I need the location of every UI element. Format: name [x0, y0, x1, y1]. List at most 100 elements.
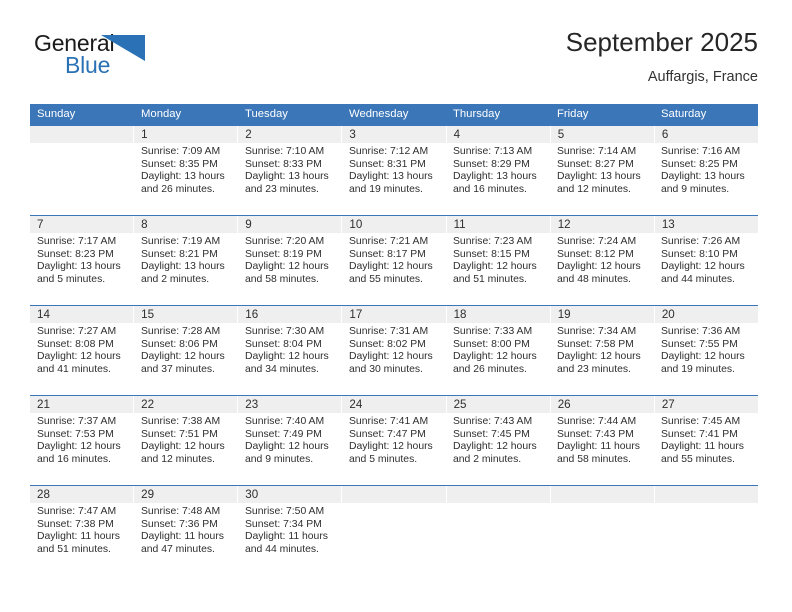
day-number[interactable]: 7 [30, 216, 135, 233]
day-number[interactable]: 11 [447, 216, 551, 233]
day-number[interactable]: 30 [238, 486, 343, 503]
day-cell[interactable] [446, 503, 550, 575]
sunset-text: Sunset: 7:47 PM [349, 428, 426, 440]
day-cell[interactable]: Sunrise: 7:10 AM Sunset: 8:33 PM Dayligh… [238, 143, 342, 215]
daylight-text-line2: and 23 minutes. [557, 363, 631, 375]
daylight-text-line2: and 16 minutes. [453, 183, 527, 195]
day-number[interactable]: 9 [238, 216, 343, 233]
day-cell[interactable]: Sunrise: 7:50 AM Sunset: 7:34 PM Dayligh… [238, 503, 342, 575]
day-number[interactable]: 17 [342, 306, 447, 323]
sunset-text: Sunset: 8:35 PM [141, 158, 218, 170]
day-cell[interactable]: Sunrise: 7:30 AM Sunset: 8:04 PM Dayligh… [238, 323, 342, 395]
day-cell[interactable]: Sunrise: 7:27 AM Sunset: 8:08 PM Dayligh… [30, 323, 134, 395]
day-cell[interactable]: Sunrise: 7:44 AM Sunset: 7:43 PM Dayligh… [550, 413, 654, 485]
day-cell[interactable] [654, 503, 758, 575]
day-cell[interactable] [30, 143, 134, 215]
day-number[interactable] [30, 126, 135, 143]
day-number[interactable]: 21 [30, 396, 135, 413]
day-number[interactable]: 28 [30, 486, 135, 503]
sunset-text: Sunset: 7:51 PM [141, 428, 218, 440]
day-cell[interactable]: Sunrise: 7:12 AM Sunset: 8:31 PM Dayligh… [342, 143, 446, 215]
sunrise-text: Sunrise: 7:16 AM [661, 146, 741, 157]
day-cell[interactable]: Sunrise: 7:34 AM Sunset: 7:58 PM Dayligh… [550, 323, 654, 395]
day-number[interactable]: 6 [655, 126, 758, 143]
day-number[interactable] [655, 486, 758, 503]
day-cell[interactable]: Sunrise: 7:38 AM Sunset: 7:51 PM Dayligh… [134, 413, 238, 485]
day-cell[interactable]: Sunrise: 7:41 AM Sunset: 7:47 PM Dayligh… [342, 413, 446, 485]
day-cell[interactable]: Sunrise: 7:20 AM Sunset: 8:19 PM Dayligh… [238, 233, 342, 305]
day-cell[interactable]: Sunrise: 7:43 AM Sunset: 7:45 PM Dayligh… [446, 413, 550, 485]
day-cell[interactable] [342, 503, 446, 575]
day-number[interactable]: 4 [447, 126, 551, 143]
day-number[interactable]: 3 [342, 126, 447, 143]
day-number[interactable]: 18 [447, 306, 551, 323]
daylight-text-line2: and 9 minutes. [661, 183, 730, 195]
day-cell[interactable]: Sunrise: 7:09 AM Sunset: 8:35 PM Dayligh… [134, 143, 238, 215]
daylight-text-line1: Daylight: 12 hours [349, 351, 433, 363]
day-number[interactable]: 27 [655, 396, 758, 413]
day-number[interactable]: 24 [342, 396, 447, 413]
day-cell[interactable]: Sunrise: 7:19 AM Sunset: 8:21 PM Dayligh… [134, 233, 238, 305]
day-number[interactable]: 15 [134, 306, 239, 323]
day-cell[interactable]: Sunrise: 7:14 AM Sunset: 8:27 PM Dayligh… [550, 143, 654, 215]
sunset-text: Sunset: 7:45 PM [453, 428, 530, 440]
day-cell[interactable]: Sunrise: 7:45 AM Sunset: 7:41 PM Dayligh… [654, 413, 758, 485]
day-number[interactable] [551, 486, 655, 503]
day-number[interactable] [342, 486, 447, 503]
day-number[interactable]: 13 [655, 216, 758, 233]
day-number[interactable]: 23 [238, 396, 343, 413]
day-number[interactable]: 16 [238, 306, 343, 323]
weekday-header-saturday: Saturday [661, 108, 707, 120]
daylight-text-line2: and 51 minutes. [37, 543, 111, 555]
daylight-text-line1: Daylight: 11 hours [245, 531, 328, 543]
day-number[interactable]: 22 [134, 396, 239, 413]
day-number[interactable]: 12 [551, 216, 655, 233]
day-cell[interactable]: Sunrise: 7:48 AM Sunset: 7:36 PM Dayligh… [134, 503, 238, 575]
day-cell[interactable]: Sunrise: 7:17 AM Sunset: 8:23 PM Dayligh… [30, 233, 134, 305]
day-number[interactable]: 2 [238, 126, 343, 143]
sunrise-text: Sunrise: 7:30 AM [245, 326, 325, 337]
day-number[interactable] [447, 486, 551, 503]
day-cell[interactable]: Sunrise: 7:36 AM Sunset: 7:55 PM Dayligh… [654, 323, 758, 395]
day-cell[interactable] [550, 503, 654, 575]
sunset-text: Sunset: 8:08 PM [37, 338, 114, 350]
day-cell[interactable]: Sunrise: 7:13 AM Sunset: 8:29 PM Dayligh… [446, 143, 550, 215]
day-cell[interactable]: Sunrise: 7:24 AM Sunset: 8:12 PM Dayligh… [550, 233, 654, 305]
day-cell[interactable]: Sunrise: 7:37 AM Sunset: 7:53 PM Dayligh… [30, 413, 134, 485]
sunset-text: Sunset: 7:43 PM [557, 428, 634, 440]
sunrise-text: Sunrise: 7:13 AM [453, 146, 533, 157]
day-number[interactable]: 1 [134, 126, 239, 143]
day-cell[interactable]: Sunrise: 7:26 AM Sunset: 8:10 PM Dayligh… [654, 233, 758, 305]
day-number[interactable]: 8 [134, 216, 239, 233]
page-header: General Blue September 2025 Auffargis, F… [34, 26, 758, 96]
day-number[interactable]: 5 [551, 126, 655, 143]
day-cell[interactable]: Sunrise: 7:16 AM Sunset: 8:25 PM Dayligh… [654, 143, 758, 215]
day-cell[interactable]: Sunrise: 7:33 AM Sunset: 8:00 PM Dayligh… [446, 323, 550, 395]
daylight-text-line1: Daylight: 11 hours [557, 441, 640, 453]
calendar-week-row: 14 15 16 17 18 19 20 Sunrise: 7:27 AM Su… [30, 305, 758, 395]
day-number[interactable]: 29 [134, 486, 239, 503]
sunrise-text: Sunrise: 7:36 AM [661, 326, 741, 337]
day-cell[interactable]: Sunrise: 7:21 AM Sunset: 8:17 PM Dayligh… [342, 233, 446, 305]
daylight-text-line1: Daylight: 13 hours [37, 261, 121, 273]
day-cell[interactable]: Sunrise: 7:28 AM Sunset: 8:06 PM Dayligh… [134, 323, 238, 395]
sunset-text: Sunset: 8:00 PM [453, 338, 530, 350]
day-cell[interactable]: Sunrise: 7:23 AM Sunset: 8:15 PM Dayligh… [446, 233, 550, 305]
day-cell[interactable]: Sunrise: 7:40 AM Sunset: 7:49 PM Dayligh… [238, 413, 342, 485]
daylight-text-line1: Daylight: 13 hours [349, 171, 433, 183]
day-number[interactable]: 20 [655, 306, 758, 323]
day-cell[interactable]: Sunrise: 7:47 AM Sunset: 7:38 PM Dayligh… [30, 503, 134, 575]
daylight-text-line2: and 5 minutes. [349, 453, 418, 465]
daylight-text-line1: Daylight: 13 hours [453, 171, 537, 183]
sunset-text: Sunset: 8:19 PM [245, 248, 322, 260]
day-number[interactable]: 10 [342, 216, 447, 233]
day-number[interactable]: 26 [551, 396, 655, 413]
sunset-text: Sunset: 8:27 PM [557, 158, 634, 170]
daylight-text-line2: and 34 minutes. [245, 363, 319, 375]
day-number[interactable]: 19 [551, 306, 655, 323]
day-number[interactable]: 25 [447, 396, 551, 413]
sunrise-text: Sunrise: 7:28 AM [141, 326, 221, 337]
sunrise-text: Sunrise: 7:10 AM [245, 146, 325, 157]
day-number[interactable]: 14 [30, 306, 135, 323]
day-cell[interactable]: Sunrise: 7:31 AM Sunset: 8:02 PM Dayligh… [342, 323, 446, 395]
